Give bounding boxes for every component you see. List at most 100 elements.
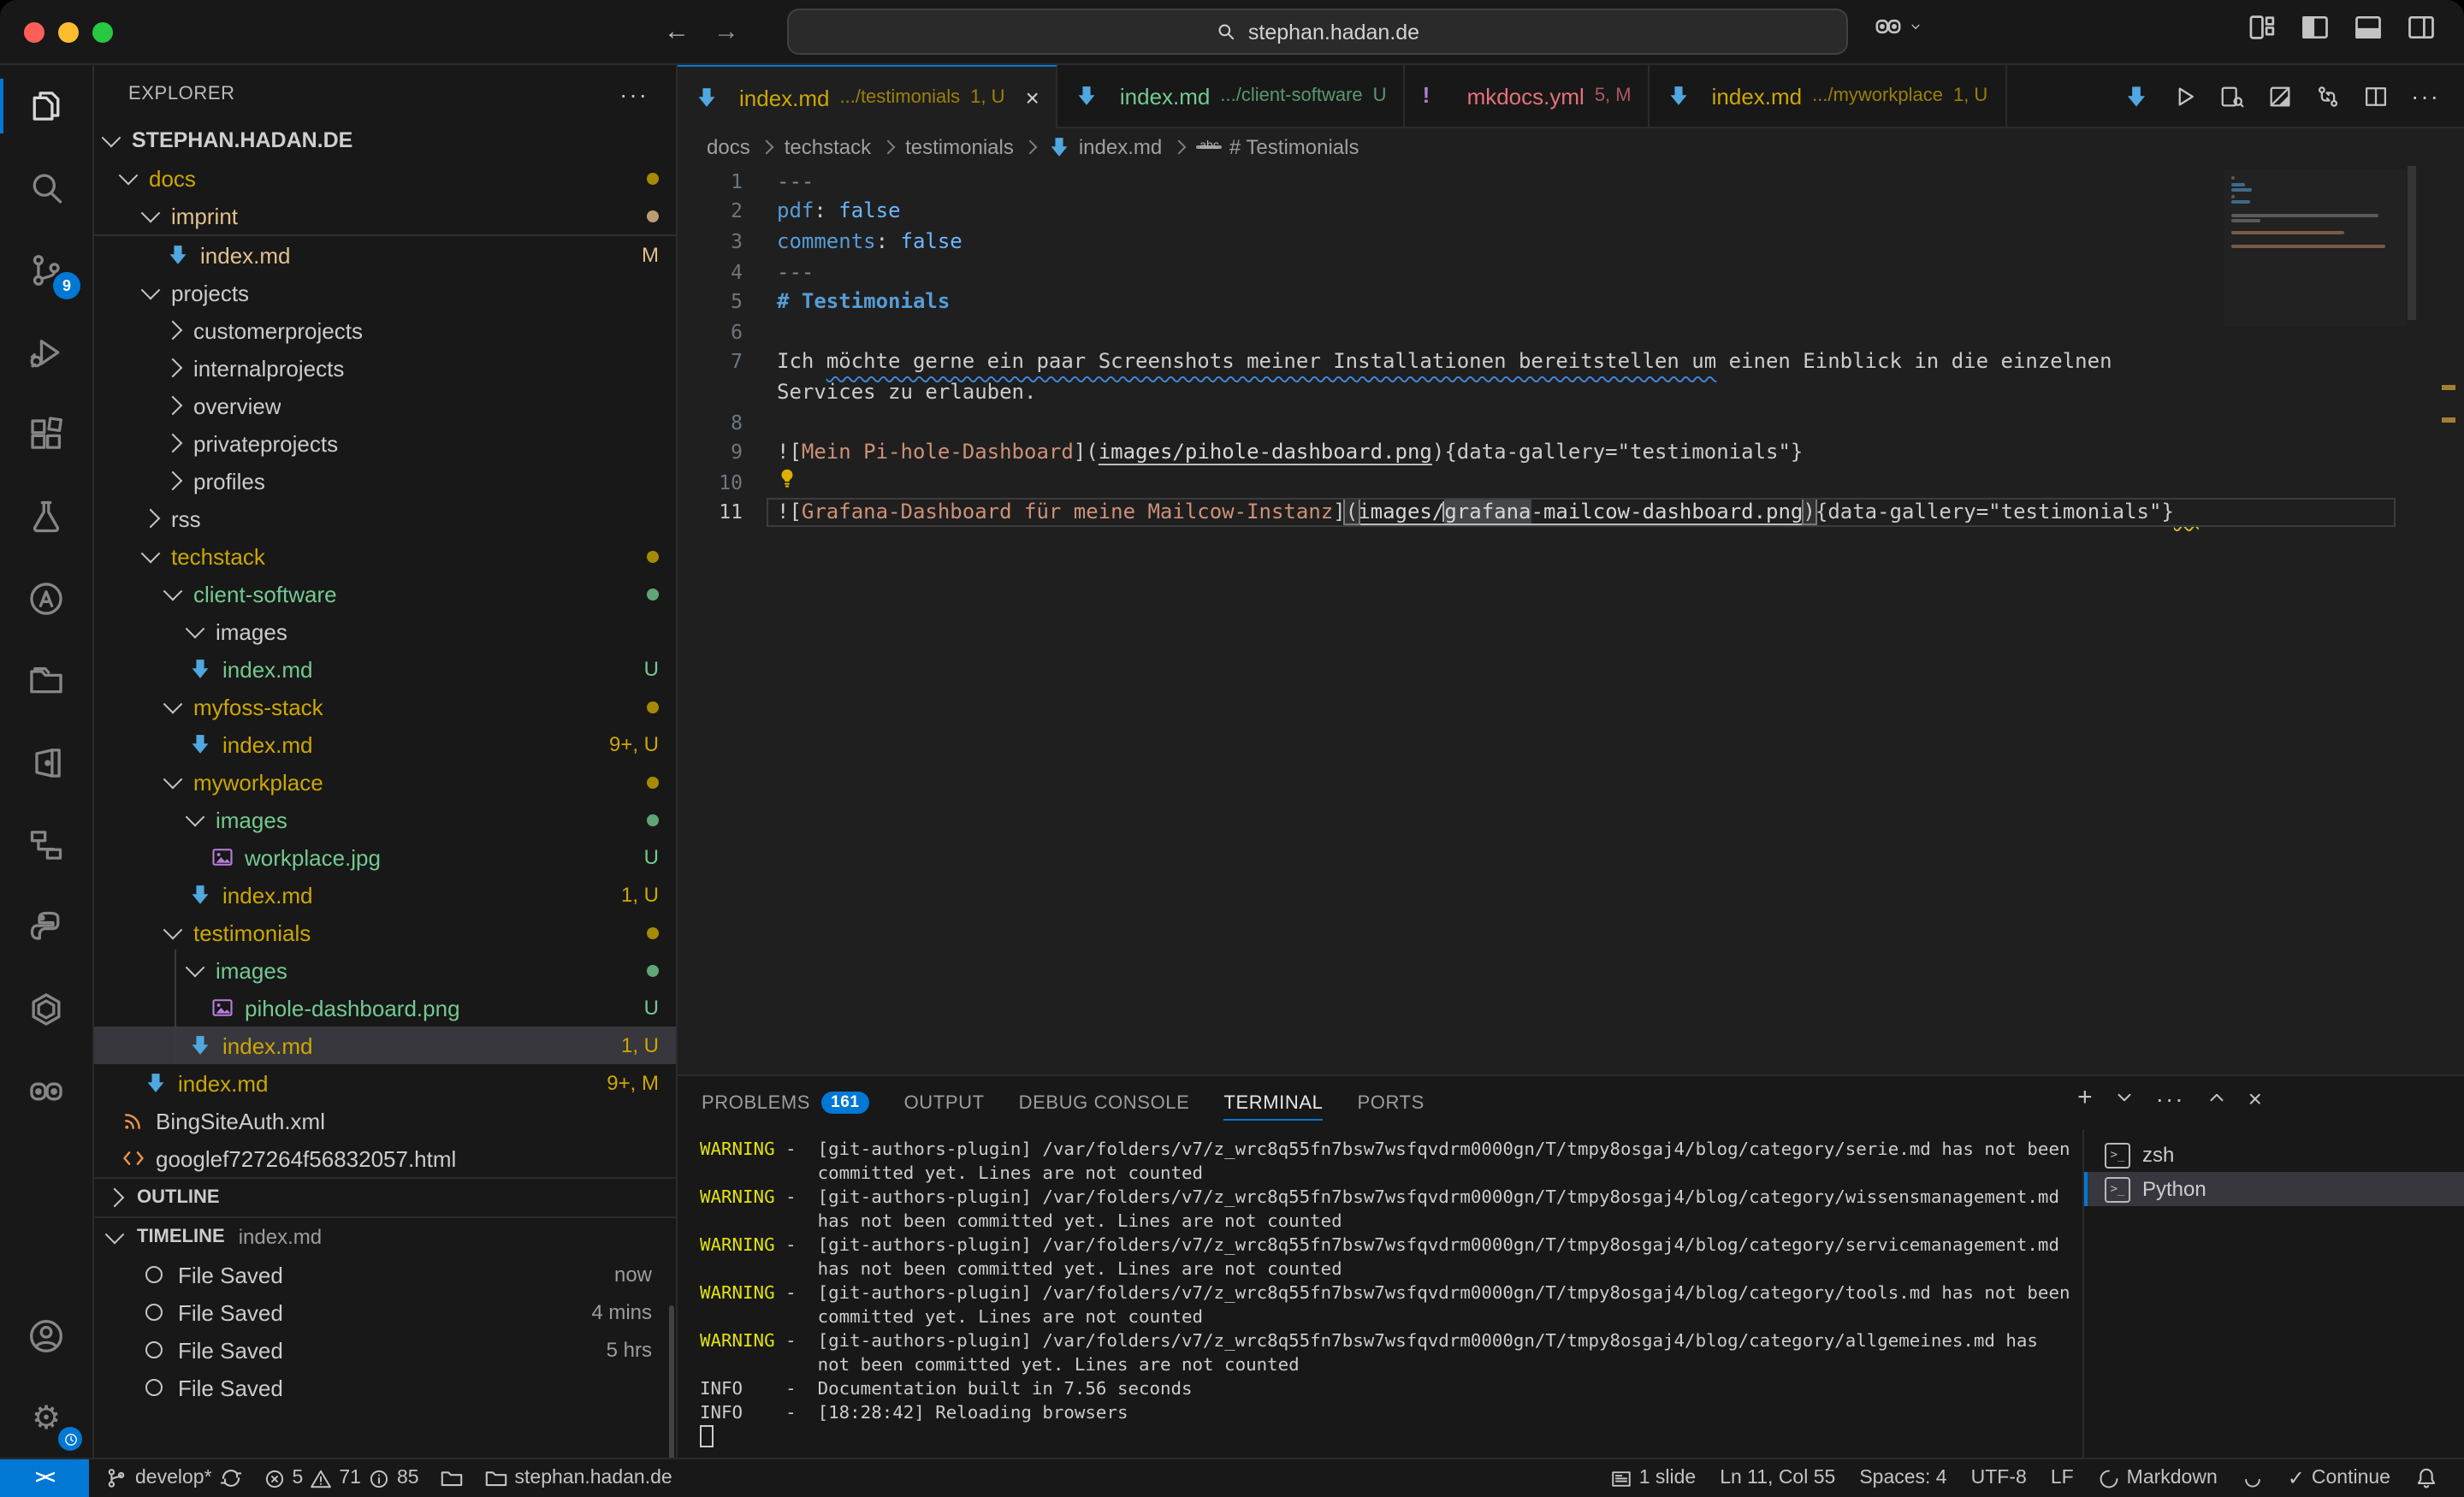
cursor-position[interactable]: Ln 11, Col 55 bbox=[1711, 1468, 1844, 1488]
command-center[interactable]: stephan.hadan.de bbox=[787, 9, 1848, 55]
layout-panel-button[interactable] bbox=[2353, 12, 2384, 43]
breadcrumb-item-testimonials[interactable]: abc# Testimonials bbox=[1196, 135, 1359, 159]
tab-index-md-testimonials[interactable]: index.md.../testimonials1, U× bbox=[678, 65, 1058, 128]
timeline-item[interactable]: File Saved5 hrs bbox=[94, 1331, 676, 1369]
panel-action-plus[interactable]: + bbox=[2077, 1085, 2093, 1110]
eol[interactable]: LF bbox=[2042, 1468, 2082, 1488]
tree-item-client-software[interactable]: client-software bbox=[94, 575, 676, 612]
activity-item-exit-door[interactable] bbox=[0, 722, 92, 804]
tree-item-pihole-dashboard-png[interactable]: pihole-dashboard.pngU bbox=[94, 989, 676, 1027]
tab-index-md-client-software[interactable]: index.md.../client-softwareU bbox=[1058, 65, 1406, 127]
activity-item-account[interactable] bbox=[0, 1295, 92, 1377]
panel-tab-terminal[interactable]: TERMINAL bbox=[1223, 1076, 1323, 1129]
activity-item-python[interactable] bbox=[0, 886, 92, 968]
tree-item-profiles[interactable]: profiles bbox=[94, 462, 676, 500]
breadcrumb-item-index-md[interactable]: index.md bbox=[1048, 135, 1162, 159]
tree-item-projects[interactable]: projects bbox=[94, 274, 676, 311]
tree-item-customerprojects[interactable]: customerprojects bbox=[94, 311, 676, 349]
panel-tab-debug-console[interactable]: DEBUG CONSOLE bbox=[1019, 1076, 1190, 1129]
remote-indicator[interactable]: >< bbox=[0, 1459, 89, 1497]
tree-item-workplace-jpg[interactable]: workplace.jpgU bbox=[94, 838, 676, 876]
tree-item-index-md[interactable]: index.md1, U bbox=[94, 876, 676, 914]
terminal-instance-python[interactable]: >_Python bbox=[2084, 1172, 2464, 1206]
language-status[interactable] bbox=[2233, 1467, 2272, 1489]
go-back-button[interactable]: ← bbox=[664, 17, 690, 46]
tree-item-privateprojects[interactable]: privateprojects bbox=[94, 424, 676, 462]
panel-tab-output[interactable]: OUTPUT bbox=[904, 1076, 985, 1129]
editor-action-md-download[interactable] bbox=[2123, 83, 2149, 109]
editor-action-compare-changes[interactable] bbox=[2315, 83, 2341, 109]
tree-item-index-md[interactable]: index.mdU bbox=[94, 650, 676, 688]
go-forward-button[interactable]: → bbox=[714, 17, 739, 46]
tree-item-myfoss-stack[interactable]: myfoss-stack bbox=[94, 688, 676, 725]
tree-item-docs[interactable]: docs bbox=[94, 159, 676, 197]
activity-item-testing[interactable] bbox=[0, 476, 92, 558]
tree-item-myworkplace[interactable]: myworkplace bbox=[94, 763, 676, 801]
copilot-menu-button[interactable] bbox=[1874, 12, 1923, 41]
tree-item-rss[interactable]: rss bbox=[94, 500, 676, 537]
tree-item-images[interactable]: images bbox=[94, 801, 676, 838]
terminal-instance-zsh[interactable]: >_zsh bbox=[2084, 1138, 2464, 1172]
branch-status[interactable]: develop* bbox=[96, 1466, 252, 1490]
tree-item-index-md[interactable]: index.md9+, M bbox=[94, 1064, 676, 1102]
tree-item-overview[interactable]: overview bbox=[94, 387, 676, 424]
tree-item-testimonials[interactable]: testimonials bbox=[94, 914, 676, 951]
panel-action-chevron-up[interactable] bbox=[2206, 1086, 2228, 1109]
activity-item-extensions[interactable] bbox=[0, 393, 92, 476]
editor-action-split-editor[interactable] bbox=[2363, 83, 2389, 109]
layout-customize-button[interactable] bbox=[2247, 12, 2277, 43]
tree-item-imprint[interactable]: imprint bbox=[94, 197, 676, 236]
breadcrumb-item-techstack[interactable]: techstack bbox=[785, 135, 871, 159]
editor-scrollbar[interactable] bbox=[2408, 166, 2416, 320]
tree-item-index-md[interactable]: index.md9+, U bbox=[94, 725, 676, 763]
editor-action-more[interactable]: ··· bbox=[2411, 84, 2440, 108]
folder-status[interactable] bbox=[431, 1466, 472, 1490]
tree-item-index-md[interactable]: index.md1, U bbox=[94, 1027, 676, 1064]
activity-item-hexagon[interactable] bbox=[0, 968, 92, 1050]
activity-item-settings-gear[interactable]: ⚙ bbox=[0, 1377, 92, 1459]
panel-action-more[interactable]: ··· bbox=[2156, 1086, 2185, 1109]
timeline-item[interactable]: File Saved4 mins bbox=[94, 1293, 676, 1331]
layout-sidebar-left-button[interactable] bbox=[2300, 12, 2331, 43]
close-window-button[interactable] bbox=[24, 21, 44, 42]
language-mode[interactable]: Markdown bbox=[2089, 1467, 2226, 1489]
tree-item-techstack[interactable]: techstack bbox=[94, 537, 676, 575]
tree-item-images[interactable]: images bbox=[94, 612, 676, 650]
activity-item-org-chart[interactable] bbox=[0, 804, 92, 886]
tab-index-md-myworkplace[interactable]: index.md.../myworkplace1, U bbox=[1650, 65, 2007, 127]
activity-item-copilot-people[interactable] bbox=[0, 1050, 92, 1133]
activity-item-run-debug[interactable] bbox=[0, 311, 92, 393]
code-editor[interactable]: 1---2pdf: false3comments: false4---5# Te… bbox=[678, 166, 2464, 1074]
timeline-item[interactable]: File Savednow bbox=[94, 1256, 676, 1293]
panel-action-close[interactable]: × bbox=[2248, 1086, 2262, 1109]
slide-count[interactable]: 1 slide bbox=[1602, 1467, 1705, 1489]
timeline-section-header[interactable]: TIMELINE index.md bbox=[94, 1216, 676, 1256]
activity-item-a-circle[interactable] bbox=[0, 558, 92, 640]
outline-section-header[interactable]: OUTLINE bbox=[94, 1177, 676, 1216]
encoding[interactable]: UTF-8 bbox=[1963, 1468, 2035, 1488]
editor-action-preview-locked[interactable] bbox=[2267, 83, 2293, 109]
close-icon[interactable]: × bbox=[1026, 84, 1040, 111]
tree-item-bingsiteauth-xml[interactable]: BingSiteAuth.xml bbox=[94, 1102, 676, 1139]
editor-action-run[interactable] bbox=[2171, 83, 2197, 109]
activity-item-folder-library[interactable] bbox=[0, 640, 92, 722]
editor-action-preview-side[interactable] bbox=[2219, 83, 2245, 109]
tab-mkdocs-yml[interactable]: !mkdocs.yml5, M bbox=[1406, 65, 1650, 127]
activity-item-search[interactable] bbox=[0, 147, 92, 229]
panel-tab-ports[interactable]: PORTS bbox=[1357, 1076, 1424, 1129]
lightbulb-icon[interactable] bbox=[777, 467, 797, 491]
workspace-status[interactable]: stephan.hadan.de bbox=[476, 1466, 681, 1490]
sidebar-scrollbar[interactable] bbox=[669, 1305, 674, 1459]
notifications-bell[interactable] bbox=[2406, 1466, 2447, 1490]
panel-action-chevron-down[interactable] bbox=[2113, 1086, 2135, 1109]
activity-item-source-control[interactable]: 9 bbox=[0, 229, 92, 311]
tree-item-internalprojects[interactable]: internalprojects bbox=[94, 349, 676, 387]
layout-sidebar-right-button[interactable] bbox=[2406, 12, 2437, 43]
tree-item-index-md[interactable]: index.mdM bbox=[94, 236, 676, 274]
terminal-output[interactable]: WARNING - [git-authors-plugin] /var/fold… bbox=[700, 1138, 2074, 1453]
timeline-item[interactable]: File Saved bbox=[94, 1369, 676, 1406]
indentation[interactable]: Spaces: 4 bbox=[1851, 1468, 1955, 1488]
continue-button[interactable]: ✓Continue bbox=[2279, 1468, 2399, 1488]
breadcrumb-item-docs[interactable]: docs bbox=[707, 135, 750, 159]
tree-item-googlef727264f56832057-html[interactable]: googlef727264f56832057.html bbox=[94, 1139, 676, 1177]
